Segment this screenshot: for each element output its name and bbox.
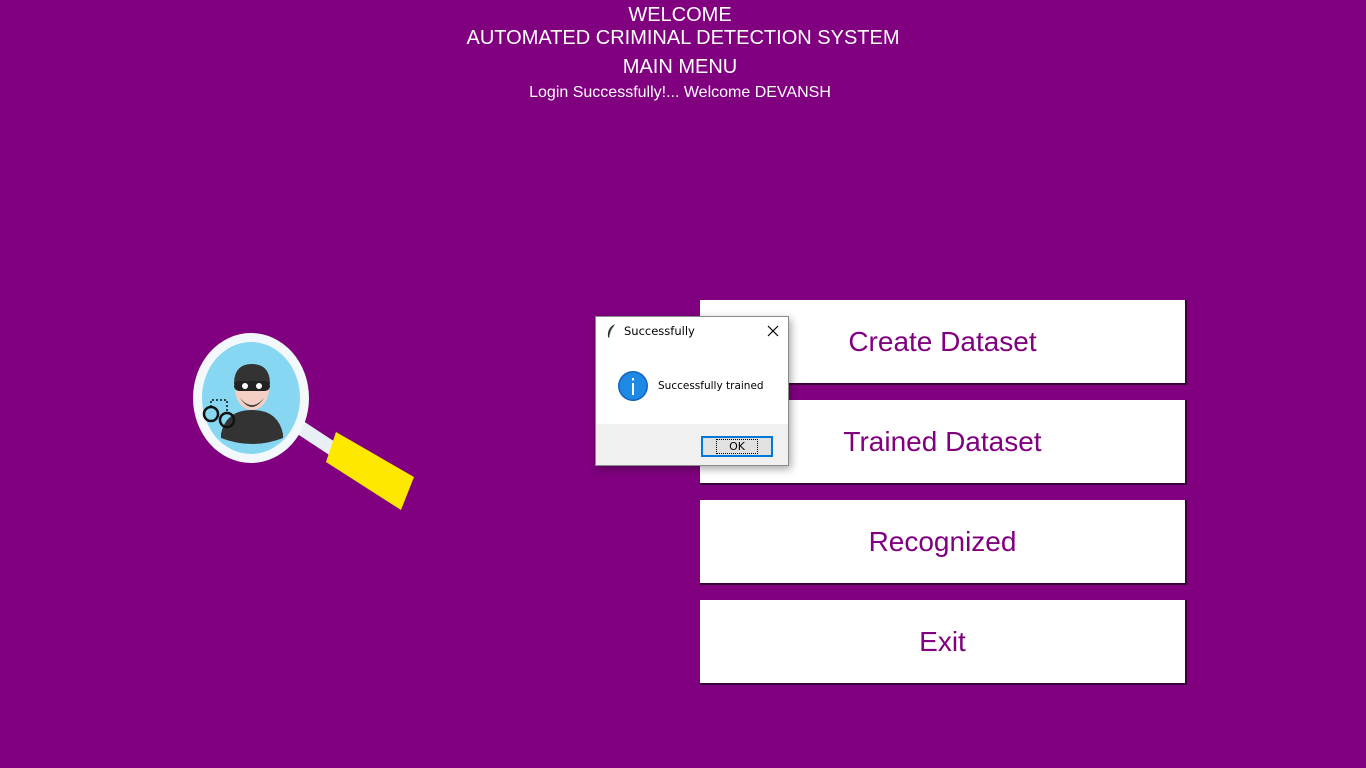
magnifier-criminal-logo — [193, 333, 414, 510]
ok-button-label: OK — [716, 439, 758, 454]
dialog-footer: OK — [596, 424, 788, 465]
dialog-title-bar[interactable]: Successfully — [596, 317, 788, 345]
login-status-message: Login Successfully!... Welcome DEVANSH — [529, 84, 831, 101]
message-dialog: Successfully Successfully trained OK — [595, 316, 789, 466]
close-icon[interactable] — [762, 320, 784, 342]
main-menu-title: MAIN MENU — [622, 56, 738, 78]
dialog-message: Successfully trained — [658, 380, 764, 392]
exit-button[interactable]: Exit — [700, 600, 1187, 685]
system-title: AUTOMATED CRIMINAL DETECTION SYSTEM — [466, 27, 900, 49]
dialog-title: Successfully — [624, 324, 695, 338]
feather-icon — [607, 324, 615, 339]
ok-button[interactable]: OK — [701, 436, 773, 457]
info-icon — [618, 371, 648, 401]
recognized-button[interactable]: Recognized — [700, 500, 1187, 585]
welcome-heading: WELCOME — [628, 4, 732, 26]
